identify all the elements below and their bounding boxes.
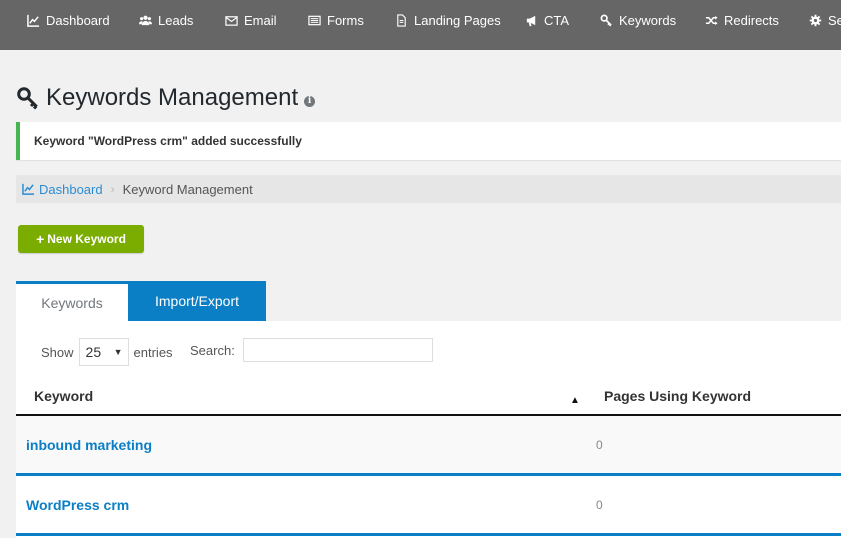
nav-item-redirects[interactable]: Redirects bbox=[704, 12, 779, 28]
top-navigation: Dashboard Leads Email Forms Landing Page… bbox=[0, 0, 841, 50]
breadcrumb-current: Keyword Management bbox=[122, 181, 253, 197]
keywords-panel: Show 25 ▼ entries Search: Keyword ▲ Page… bbox=[16, 321, 841, 538]
page-size-select[interactable]: 25 ▼ bbox=[78, 338, 129, 366]
keyword-link[interactable]: inbound marketing bbox=[26, 437, 152, 453]
chevron-down-icon: ▼ bbox=[113, 347, 123, 357]
entries-label: entries bbox=[133, 344, 173, 360]
table-row: inbound marketing 0 bbox=[16, 416, 841, 476]
tab-label: Import/Export bbox=[154, 293, 240, 309]
search-label: Search: bbox=[190, 342, 235, 358]
search-input[interactable] bbox=[242, 338, 433, 362]
pages-count: 0 bbox=[596, 498, 603, 512]
nav-item-forms[interactable]: Forms bbox=[307, 12, 364, 28]
nav-label: Dashboard bbox=[46, 12, 110, 28]
success-notice: Keyword "WordPress crm" added successful… bbox=[16, 122, 841, 160]
page-size-value: 25 bbox=[85, 344, 102, 360]
nav-label: Redirects bbox=[724, 12, 779, 28]
random-icon bbox=[704, 13, 718, 27]
nav-item-dashboard[interactable]: Dashboard bbox=[26, 12, 110, 28]
keyword-link[interactable]: WordPress crm bbox=[26, 497, 129, 513]
tab-import-export[interactable]: Import/Export bbox=[128, 281, 266, 321]
notice-message: Keyword "WordPress crm" added successful… bbox=[34, 134, 302, 148]
nav-label: Leads bbox=[158, 12, 194, 28]
breadcrumb-dashboard-link[interactable]: Dashboard bbox=[22, 182, 103, 197]
nav-label: CTA bbox=[544, 12, 570, 28]
breadcrumb: Dashboard › Keyword Management bbox=[16, 175, 841, 203]
breadcrumb-home-label: Dashboard bbox=[39, 181, 103, 197]
bullhorn-icon bbox=[524, 13, 538, 27]
breadcrumb-separator: › bbox=[110, 182, 115, 196]
pages-count: 0 bbox=[596, 438, 603, 452]
table-row: WordPress crm 0 bbox=[16, 476, 841, 536]
info-icon[interactable]: i bbox=[304, 95, 316, 107]
file-text-icon bbox=[394, 13, 408, 27]
line-chart-icon bbox=[22, 183, 35, 195]
nav-label: Keywords bbox=[619, 12, 677, 28]
tab-keywords[interactable]: Keywords bbox=[16, 281, 128, 321]
sort-ascending-icon[interactable]: ▲ bbox=[570, 395, 580, 406]
search-control: Search: bbox=[190, 338, 433, 362]
column-header-pages-using-keyword[interactable]: Pages Using Keyword bbox=[604, 388, 751, 404]
nav-item-leads[interactable]: Leads bbox=[138, 12, 193, 28]
nav-label: Settings bbox=[828, 12, 841, 28]
nav-item-email[interactable]: Email bbox=[224, 12, 277, 28]
column-header-keyword[interactable]: Keyword bbox=[34, 388, 93, 404]
nav-item-keywords[interactable]: Keywords bbox=[599, 12, 676, 28]
page-length-control: Show 25 ▼ entries bbox=[41, 338, 173, 366]
nav-item-landing-pages[interactable]: Landing Pages bbox=[394, 12, 501, 28]
line-chart-icon bbox=[26, 13, 40, 27]
plus-icon: + bbox=[36, 231, 45, 247]
nav-item-cta[interactable]: CTA bbox=[524, 12, 569, 28]
tab-label: Keywords bbox=[41, 294, 103, 311]
envelope-icon bbox=[224, 13, 238, 27]
nav-label: Forms bbox=[327, 12, 364, 28]
key-icon bbox=[599, 13, 613, 27]
users-icon bbox=[138, 13, 152, 27]
gear-icon bbox=[808, 13, 822, 27]
list-alt-icon bbox=[307, 13, 321, 27]
nav-label: Email bbox=[244, 12, 277, 28]
show-label: Show bbox=[41, 344, 74, 360]
new-keyword-label: New Keyword bbox=[47, 232, 126, 246]
nav-label: Landing Pages bbox=[414, 12, 501, 28]
new-keyword-button[interactable]: + New Keyword bbox=[18, 225, 144, 253]
page-title-text: Keywords Management bbox=[46, 84, 299, 111]
page-title: Keywords Management i bbox=[16, 84, 316, 112]
nav-item-settings[interactable]: Settings bbox=[808, 12, 841, 28]
key-icon bbox=[17, 87, 38, 110]
